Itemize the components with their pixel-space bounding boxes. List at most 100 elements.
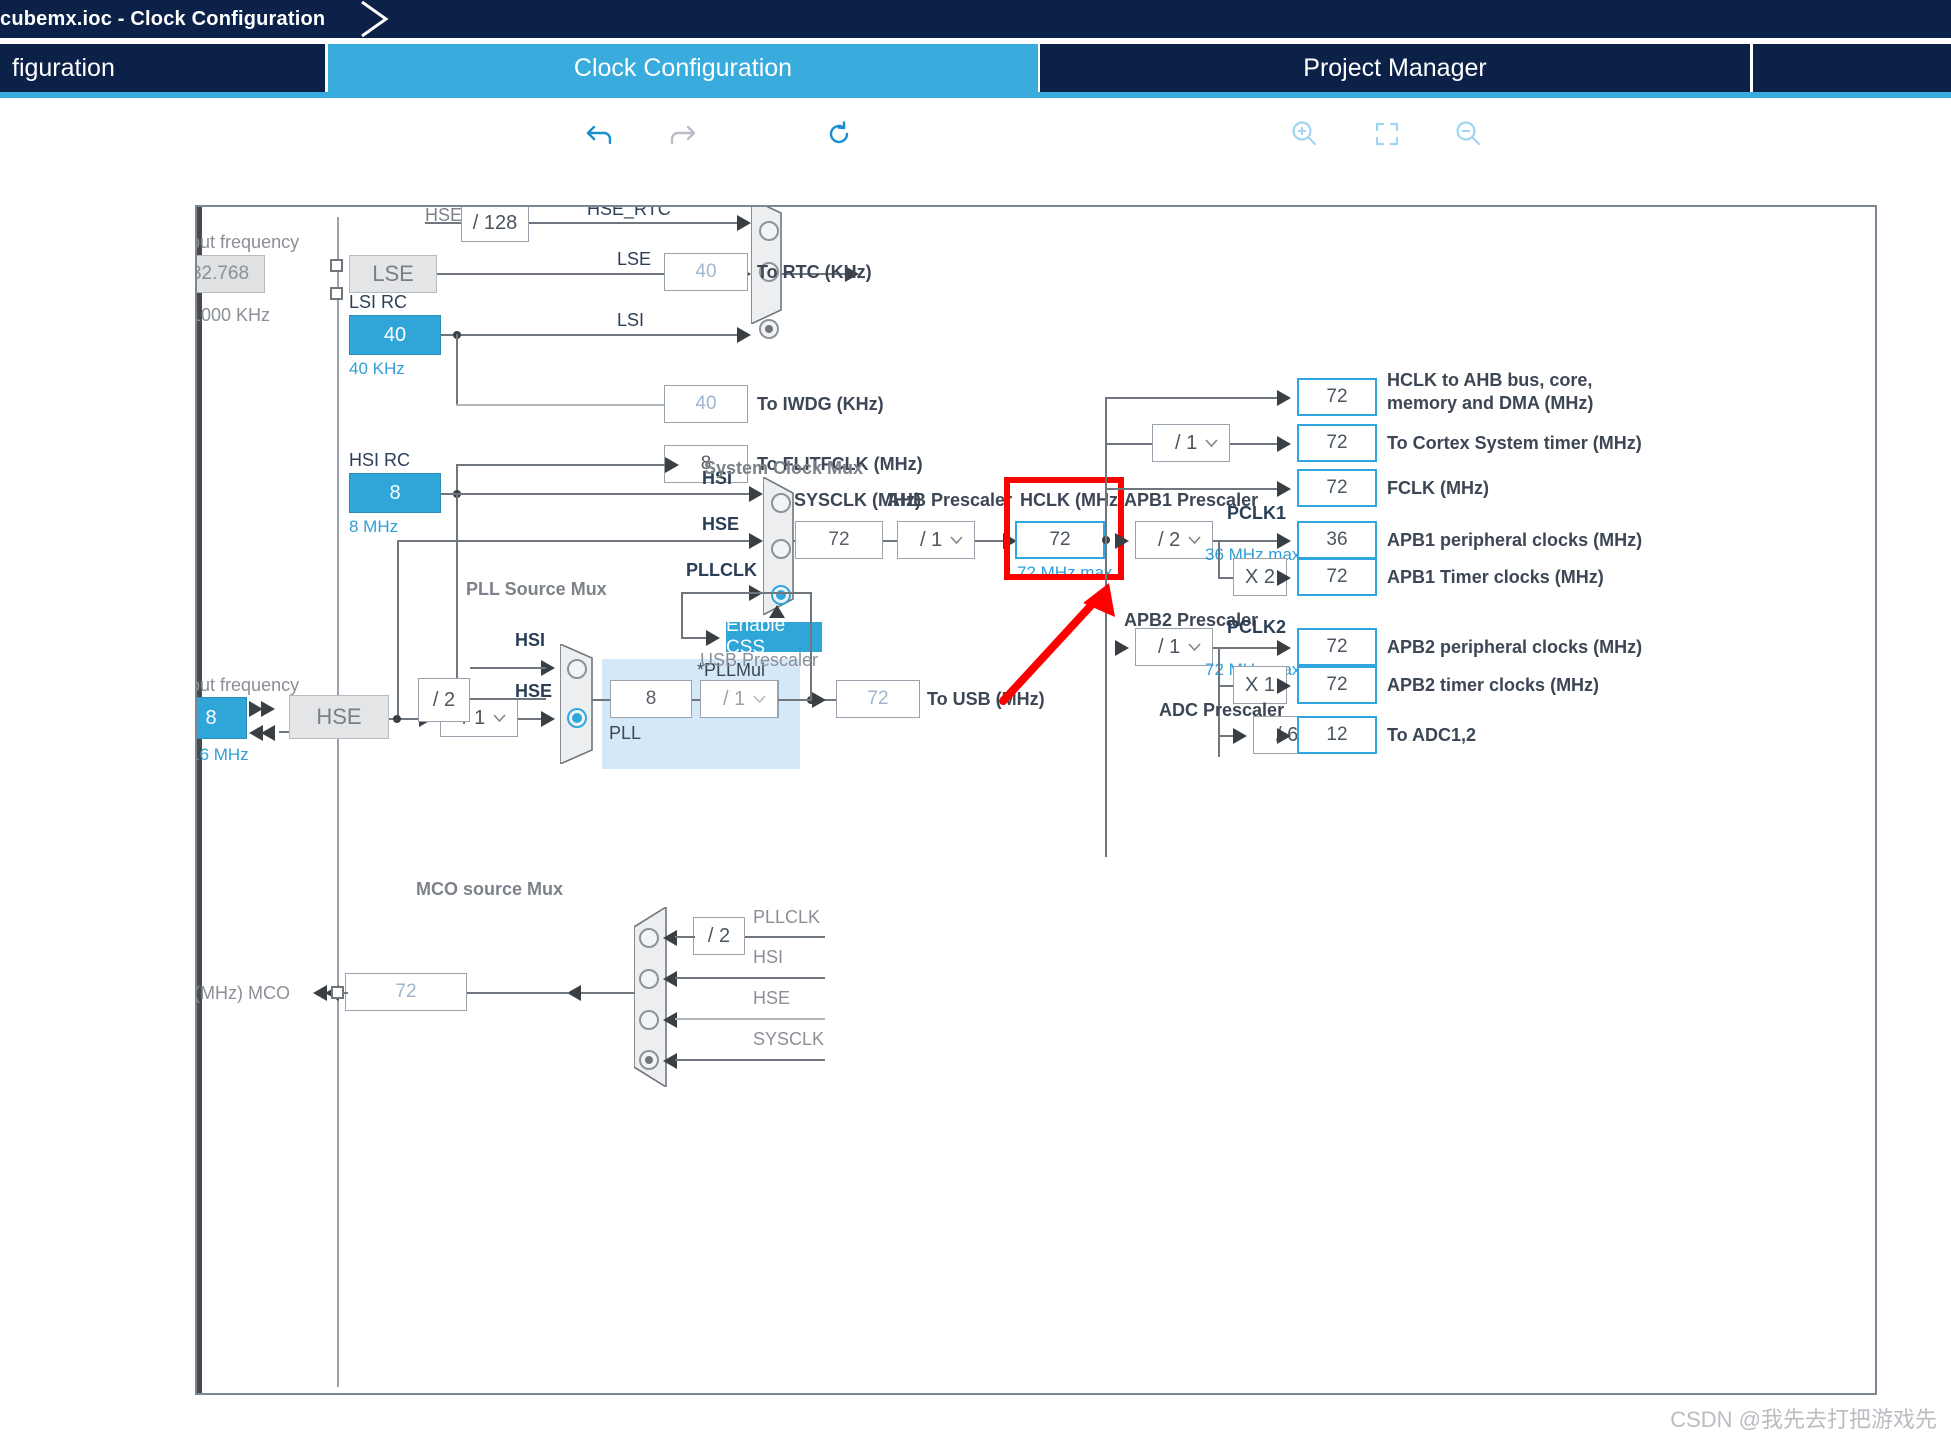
reset-icon: [829, 121, 849, 144]
pllmux-option-hse[interactable]: [567, 708, 587, 728]
wire-hsi-branch-pll: [456, 493, 458, 700]
zoom-out-icon: [1456, 121, 1481, 146]
mco-value: 72: [345, 973, 467, 1011]
zoom-in-icon: [1292, 121, 1317, 146]
hse-oscillator-block[interactable]: HSE: [289, 695, 389, 739]
wire-pllclk-vert: [681, 592, 683, 637]
hse-rtc-divider: / 128: [461, 207, 529, 242]
hsi-rc-unit: 8 MHz: [349, 517, 399, 536]
arrow-css: [706, 630, 720, 646]
mco-input-hse-label: HSE: [753, 988, 791, 1008]
lsi-rc-value[interactable]: 40: [349, 315, 441, 355]
arrow-fclk-out: [1277, 481, 1291, 497]
main-tab-bar: figuration Clock Configuration Project M…: [0, 44, 1951, 92]
mco-mux-option-sysclk[interactable]: [639, 1050, 659, 1070]
sysmux-input-pllclk-label: PLLCLK: [686, 560, 757, 580]
wire-hse-branch-up: [397, 540, 399, 718]
hsi-rc-value[interactable]: 8: [349, 473, 441, 513]
sysmux-option-pllclk[interactable]: [771, 585, 791, 605]
ahb-prescaler-select[interactable]: / 1: [897, 521, 975, 559]
output-adc-label: To ADC1,2: [1387, 725, 1477, 745]
enable-css-button[interactable]: Enable CSS: [726, 615, 822, 658]
arrow-apb1-timer: [1277, 570, 1291, 586]
lse-input-frequency-field[interactable]: 32.768: [197, 255, 265, 293]
wire-cortex-out: [1230, 443, 1283, 445]
arrow-hclk-apb1: [1115, 533, 1129, 549]
output-hclk-ahb-label-1: HCLK to AHB bus, core,: [1387, 370, 1593, 390]
arrow-hse-pllmux: [541, 711, 555, 727]
fit-to-screen-button[interactable]: [1365, 112, 1409, 156]
pllmux-option-hsi[interactable]: [567, 659, 587, 679]
lse-mux-input-label: LSE: [617, 249, 652, 269]
tab-tools[interactable]: [1753, 44, 1951, 92]
system-clock-mux-title: System Clock Mux: [704, 458, 864, 478]
tab-clock-configuration[interactable]: Clock Configuration: [328, 44, 1038, 92]
rtc-mux-option-hse-rtc[interactable]: [759, 221, 779, 241]
sysmux-option-hsi[interactable]: [771, 493, 791, 513]
mco-pin-label: (MHz) MCO: [195, 983, 290, 1003]
arrow-adc-out: [1277, 728, 1291, 744]
wire-mco-sysclk: [675, 1059, 825, 1061]
mco-input-sysclk-label: SYSCLK: [753, 1029, 825, 1049]
undo-button[interactable]: [578, 112, 622, 156]
apb1-prescaler-select[interactable]: / 2: [1135, 521, 1213, 559]
output-cortex-timer-label: To Cortex System timer (MHz): [1387, 433, 1642, 453]
hse-input-frequency-field[interactable]: 8: [197, 697, 247, 739]
mco-mux-option-pllclk[interactable]: [639, 928, 659, 948]
output-hclk-ahb-value: 72: [1297, 378, 1377, 416]
window-title-bar: cubemx.ioc - Clock Configuration: [0, 0, 1951, 38]
zoom-in-button[interactable]: [1283, 112, 1327, 156]
pll-panel-label: PLL: [609, 723, 642, 743]
wire-mco-hse: [675, 1018, 825, 1020]
clock-tree-canvas[interactable]: Input frequency 32.768 0-1000 KHz LSE HS…: [195, 205, 1877, 1395]
wire-div2-to-pllmux: [470, 698, 546, 700]
lse-pin-in: [330, 259, 343, 272]
pll-hsi-div2: / 2: [418, 678, 470, 722]
wire-hsi-to-sysmux: [441, 493, 754, 495]
wire-mco-div2-in: [675, 936, 695, 938]
wire-mco-to-box: [467, 992, 569, 994]
output-apb1-peripheral-value: 36: [1297, 521, 1377, 559]
hse-input-frequency-label: Input frequency: [197, 675, 300, 695]
chevron-down-icon: [1188, 536, 1201, 544]
wire-lsi-to-iwdg: [456, 404, 671, 406]
usb-prescaler-label: USB Prescaler: [700, 650, 819, 670]
clock-tree-diagram: Input frequency 32.768 0-1000 KHz LSE HS…: [195, 207, 1875, 1393]
cortex-prescaler-select[interactable]: / 1: [1152, 424, 1230, 462]
arrow-mcomux-out: [567, 985, 581, 1001]
mco-input-pllclk-label: PLLCLK: [753, 907, 821, 927]
to-usb-value: 72: [836, 680, 920, 718]
mco-mux-option-hse[interactable]: [639, 1010, 659, 1030]
wire-mco-hsi: [675, 977, 825, 979]
wire-apb1-periph: [1213, 540, 1283, 542]
redo-button[interactable]: [660, 112, 704, 156]
reset-button[interactable]: [817, 112, 861, 156]
pllmux-input-hsi-label: HSI: [515, 630, 546, 650]
clock-toolbar: Resolve Clock Issues: [0, 98, 1951, 248]
chevron-down-icon: [1205, 439, 1218, 447]
arrow-apb1-periph: [1277, 533, 1291, 549]
output-apb1-timer-value: 72: [1297, 558, 1377, 596]
pll-source-mux-title: PLL Source Mux: [466, 579, 607, 599]
output-apb1-timer-label: APB1 Timer clocks (MHz): [1387, 567, 1604, 587]
rtc-mux-option-lsi[interactable]: [759, 319, 779, 339]
window-title: cubemx.ioc - Clock Configuration: [0, 8, 326, 30]
hse-range-label: 4-16 MHz: [197, 745, 249, 764]
tab-pinout-configuration[interactable]: figuration: [0, 44, 325, 92]
wire-pllclk-left: [681, 592, 812, 594]
output-apb2-timer-value: 72: [1297, 666, 1377, 704]
lse-oscillator-block[interactable]: LSE: [349, 255, 437, 293]
sysmux-option-hse[interactable]: [771, 539, 791, 559]
arrow-usb: [812, 692, 826, 708]
mco-mux-option-hsi[interactable]: [639, 969, 659, 989]
zoom-out-button[interactable]: [1447, 112, 1491, 156]
sysmux-input-hse-label: HSE: [702, 514, 740, 534]
to-iwdg-value: 40: [664, 385, 748, 423]
arrow-hsi-sysmux: [749, 486, 763, 502]
output-fclk-label: FCLK (MHz): [1387, 478, 1489, 498]
usb-prescaler-select[interactable]: / 1: [700, 680, 778, 718]
lse-range-label: 0-1000 KHz: [197, 305, 271, 325]
arrow-hse-in-2: [261, 701, 275, 717]
to-rtc-label: To RTC (KHz): [757, 262, 872, 282]
tab-project-manager[interactable]: Project Manager: [1040, 44, 1750, 92]
